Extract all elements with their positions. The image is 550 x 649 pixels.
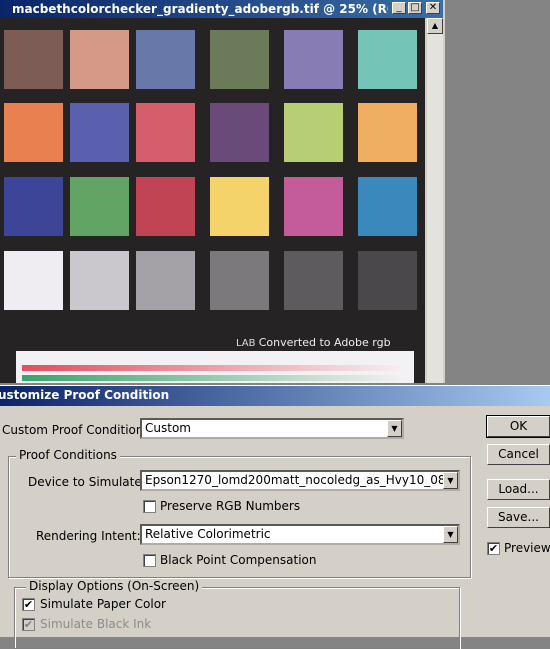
chevron-down-icon[interactable]: ▼: [387, 420, 402, 437]
workspace-background: [445, 0, 550, 383]
device-value: Epson1270_lomd200matt_nocoledg_as_Hvy10_…: [145, 473, 443, 487]
black-ink-label[interactable]: Simulate Black Ink: [40, 617, 151, 631]
color-patch: [4, 30, 63, 89]
device-select[interactable]: Epson1270_lomd200matt_nocoledg_as_Hvy10_…: [140, 470, 460, 491]
proof-conditions-title: Proof Conditions: [16, 448, 120, 462]
color-patch: [136, 251, 195, 310]
document-title: macbethcolorchecker_gradienty_adobergb.t…: [12, 2, 388, 16]
color-patch: [70, 177, 129, 236]
maximize-button[interactable]: □: [408, 2, 422, 14]
color-patch: [358, 30, 417, 89]
cancel-button[interactable]: Cancel: [487, 444, 550, 465]
color-patch: [70, 103, 129, 162]
color-patch: [70, 30, 129, 89]
color-patch: [284, 251, 343, 310]
paper-color-checkbox[interactable]: ✔: [22, 598, 35, 611]
color-patch: [4, 251, 63, 310]
device-label: Device to Simulate:: [28, 475, 146, 489]
color-patch: [70, 251, 129, 310]
chevron-down-icon[interactable]: ▼: [443, 472, 458, 489]
black-point-checkbox[interactable]: [143, 554, 156, 567]
color-patch: [210, 103, 269, 162]
caption-prefix: LAB: [236, 338, 256, 349]
rendering-intent-select[interactable]: Relative Colorimetric ▼: [140, 524, 460, 545]
ok-button[interactable]: OK: [486, 415, 550, 438]
caption-text: Converted to Adobe rgb: [258, 336, 391, 349]
color-patch: [358, 103, 417, 162]
image-caption: LAB Converted to Adobe rgb: [236, 336, 391, 349]
color-patch: [210, 30, 269, 89]
color-patch: [284, 103, 343, 162]
color-patch: [284, 30, 343, 89]
rendering-intent-label: Rendering Intent:: [36, 529, 141, 543]
color-patch: [210, 177, 269, 236]
vertical-scrollbar[interactable]: ▲: [427, 18, 443, 383]
color-patch: [358, 251, 417, 310]
custom-condition-select[interactable]: Custom ▼: [140, 418, 404, 439]
color-patch: [136, 103, 195, 162]
document-window: macbethcolorchecker_gradienty_adobergb.t…: [0, 0, 445, 383]
red-gradient-strip: [22, 365, 407, 371]
dialog-title: ustomize Proof Condition: [0, 388, 170, 402]
color-patch: [4, 177, 63, 236]
dialog-titlebar[interactable]: ustomize Proof Condition: [0, 386, 550, 406]
preview-label[interactable]: Preview: [504, 541, 550, 555]
save-button[interactable]: Save...: [487, 507, 550, 528]
preserve-rgb-label[interactable]: Preserve RGB Numbers: [160, 499, 300, 513]
color-patch: [136, 30, 195, 89]
preserve-rgb-checkbox[interactable]: [143, 500, 156, 513]
color-patch: [4, 103, 63, 162]
minimize-button[interactable]: _: [392, 2, 406, 14]
black-point-label[interactable]: Black Point Compensation: [160, 553, 317, 567]
image-canvas[interactable]: LAB Converted to Adobe rgb: [0, 18, 425, 383]
green-gradient-strip: [22, 375, 407, 381]
preview-checkbox[interactable]: ✔: [487, 542, 500, 555]
rendering-intent-value: Relative Colorimetric: [145, 527, 271, 541]
close-button[interactable]: ✕: [426, 2, 440, 14]
color-patch: [358, 177, 417, 236]
display-options-title: Display Options (On-Screen): [26, 579, 203, 593]
custom-condition-label: Custom Proof Condition:: [2, 423, 148, 437]
chevron-down-icon[interactable]: ▼: [443, 526, 458, 543]
customize-proof-dialog: ustomize Proof Condition Custom Proof Co…: [0, 385, 550, 649]
gradient-target: [16, 351, 414, 383]
color-patch: [136, 177, 195, 236]
color-patch: [210, 251, 269, 310]
color-patch: [284, 177, 343, 236]
black-ink-checkbox[interactable]: ✔: [22, 618, 35, 631]
document-titlebar[interactable]: macbethcolorchecker_gradienty_adobergb.t…: [0, 0, 443, 18]
load-button[interactable]: Load...: [487, 479, 550, 500]
paper-color-label[interactable]: Simulate Paper Color: [40, 597, 166, 611]
scroll-up-icon[interactable]: ▲: [427, 18, 443, 34]
custom-condition-value: Custom: [145, 421, 191, 435]
